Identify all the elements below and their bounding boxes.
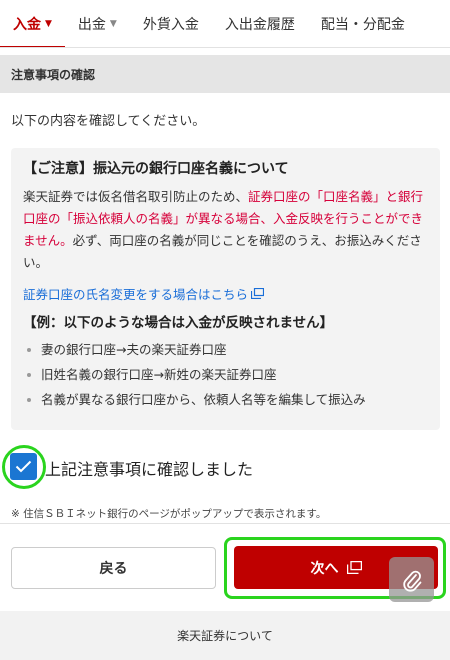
caret-down-icon: ▼ bbox=[109, 18, 117, 29]
external-window-icon bbox=[251, 288, 265, 299]
tab-dividends[interactable]: 配当・分配金 bbox=[308, 0, 418, 47]
notice-body-text: 必ず、両口座の名義が同じことを確認のうえ、お振込みください。 bbox=[23, 233, 422, 270]
notice-title: 【ご注意】振込元の銀行口座名義について bbox=[23, 161, 289, 177]
footer: 楽天証券について bbox=[0, 611, 450, 660]
external-window-icon bbox=[346, 561, 362, 574]
tab-history[interactable]: 入出金履歴 bbox=[212, 0, 308, 47]
tab-label: 配当・分配金 bbox=[320, 16, 405, 33]
list-item-text: 旧姓名義の銀行口座→新姓の楽天証券口座 bbox=[41, 367, 277, 382]
bullet-icon bbox=[27, 372, 31, 377]
list-item-text: 妻の銀行口座→夫の楽天証券口座 bbox=[41, 342, 227, 357]
attachment-button[interactable] bbox=[389, 557, 434, 602]
footer-link[interactable]: 楽天証券について bbox=[177, 627, 273, 644]
confirm-checkbox[interactable] bbox=[10, 453, 37, 480]
tab-label: 入金 bbox=[13, 16, 41, 33]
tab-deposit[interactable]: 入金 ▼ bbox=[0, 0, 65, 47]
tab-label: 入出金履歴 bbox=[224, 16, 295, 33]
section-title: 注意事項の確認 bbox=[11, 67, 96, 82]
example-list: 妻の銀行口座→夫の楽天証券口座 旧姓名義の銀行口座→新姓の楽天証券口座 名義が異… bbox=[23, 337, 428, 412]
intro-text: 以下の内容を確認してください。 bbox=[11, 114, 206, 129]
section-header: 注意事項の確認 bbox=[0, 55, 450, 93]
paperclip-icon bbox=[402, 570, 421, 592]
list-item-text: 名義が異なる銀行口座から、依頼人名等を編集して振込み bbox=[41, 392, 366, 407]
back-button-label: 戻る bbox=[99, 561, 128, 577]
bullet-icon bbox=[27, 347, 31, 352]
top-tab-bar: 入金 ▼ 出金 ▼ 外貨入金 入出金履歴 配当・分配金 bbox=[0, 0, 450, 48]
bullet-icon bbox=[27, 397, 31, 402]
confirm-checkbox-label[interactable]: 上記注意事項に確認しました bbox=[45, 456, 253, 480]
list-item: 妻の銀行口座→夫の楽天証券口座 bbox=[23, 337, 428, 362]
example-title: 【例：以下のような場合は入金が反映されません】 bbox=[23, 315, 334, 331]
link-label: 証券口座の氏名変更をする場合はこちら bbox=[23, 287, 249, 302]
tab-withdrawal[interactable]: 出金 ▼ bbox=[65, 0, 130, 47]
notice-body-text: 楽天証券では仮名借名取引防止のため、 bbox=[23, 189, 249, 204]
next-button-label: 次へ bbox=[310, 560, 339, 577]
caret-down-icon: ▼ bbox=[45, 18, 52, 29]
list-item: 旧姓名義の銀行口座→新姓の楽天証券口座 bbox=[23, 362, 428, 387]
tab-label: 外貨入金 bbox=[142, 16, 199, 33]
notice-body: 楽天証券では仮名借名取引防止のため、証券口座の「口座名義」と銀行口座の「振込依頼… bbox=[23, 186, 428, 274]
tab-foreign-currency-deposit[interactable]: 外貨入金 bbox=[130, 0, 212, 47]
notice-box: 【ご注意】振込元の銀行口座名義について 楽天証券では仮名借名取引防止のため、証券… bbox=[11, 148, 440, 430]
check-icon bbox=[15, 460, 32, 473]
popup-note: ※ 住信ＳＢＩネット銀行のページがポップアップで表示されます。 bbox=[11, 508, 327, 520]
name-change-link[interactable]: 証券口座の氏名変更をする場合はこちら bbox=[23, 284, 265, 303]
back-button[interactable]: 戻る bbox=[11, 547, 216, 589]
tab-label: 出金 bbox=[77, 16, 106, 33]
list-item: 名義が異なる銀行口座から、依頼人名等を編集して振込み bbox=[23, 387, 428, 412]
